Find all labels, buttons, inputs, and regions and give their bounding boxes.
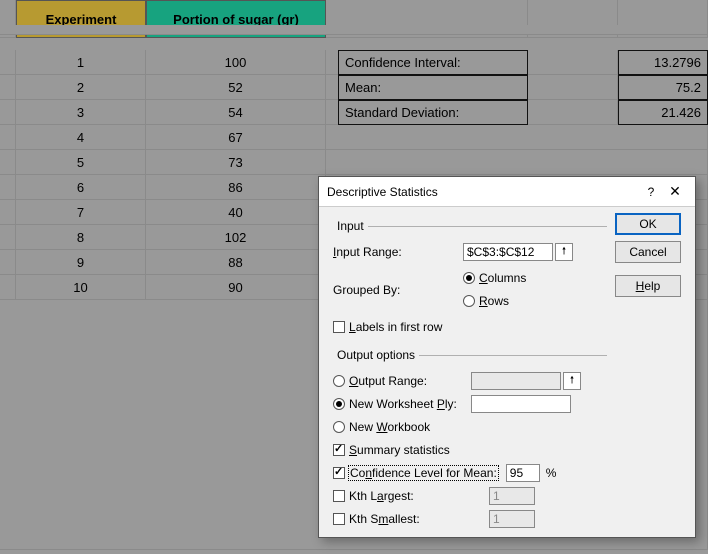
labels-first-row-label: Labels in first row	[349, 320, 442, 334]
cell-empty[interactable]	[0, 250, 16, 275]
range-picker-icon[interactable]: 🠕	[563, 372, 581, 390]
output-fieldset: Output options Output Range: 🠕 New Works…	[333, 348, 607, 532]
cell-val[interactable]: 52	[146, 75, 326, 100]
cell-empty[interactable]	[326, 125, 708, 150]
output-legend: Output options	[333, 348, 419, 362]
cell-empty[interactable]	[0, 75, 16, 100]
cell-exp[interactable]: 2	[16, 75, 146, 100]
cell-val[interactable]: 102	[146, 225, 326, 250]
cell-empty[interactable]	[0, 225, 16, 250]
check-kth-smallest[interactable]	[333, 513, 345, 525]
confidence-level-field[interactable]	[506, 464, 540, 482]
cell-val[interactable]: 100	[146, 50, 326, 75]
cell-exp[interactable]: 1	[16, 50, 146, 75]
cell-val[interactable]: 54	[146, 100, 326, 125]
output-range-field[interactable]	[471, 372, 561, 390]
cancel-button[interactable]: Cancel	[615, 241, 681, 263]
new-worksheet-field[interactable]	[471, 395, 571, 413]
dialog-title: Descriptive Statistics	[327, 185, 639, 199]
cell-empty[interactable]	[0, 50, 16, 75]
confidence-level-label: Confidence Level for Mean:	[349, 466, 498, 480]
output-range-label: Output Range:	[349, 374, 471, 388]
check-kth-largest[interactable]	[333, 490, 345, 502]
cell-empty[interactable]	[0, 175, 16, 200]
input-range-label: Input Range:	[333, 245, 463, 259]
cell-empty[interactable]	[528, 50, 618, 75]
cell-empty[interactable]	[0, 200, 16, 225]
new-workbook-label: New Workbook	[349, 420, 430, 434]
kth-smallest-field[interactable]	[489, 510, 535, 528]
cell-empty[interactable]	[528, 100, 618, 125]
cell-val[interactable]: 88	[146, 250, 326, 275]
input-fieldset: Input Input Range: 🠕 Grouped By: Columns…	[333, 219, 607, 340]
help-icon[interactable]: ?	[639, 185, 663, 199]
cell-exp[interactable]: 7	[16, 200, 146, 225]
cell-val[interactable]: 73	[146, 150, 326, 175]
cell-exp[interactable]: 6	[16, 175, 146, 200]
kth-smallest-label: Kth Smallest:	[349, 512, 489, 526]
cell-empty[interactable]	[0, 125, 16, 150]
cell-val[interactable]: 90	[146, 275, 326, 300]
stat-value-ci[interactable]: 13.2796	[618, 50, 708, 75]
cell-empty[interactable]	[0, 100, 16, 125]
stat-value-mean[interactable]: 75.2	[618, 75, 708, 100]
check-confidence-level[interactable]	[333, 467, 345, 479]
input-range-field[interactable]	[463, 243, 553, 261]
cell-exp[interactable]: 10	[16, 275, 146, 300]
cell-exp[interactable]: 9	[16, 250, 146, 275]
radio-rows-label: Rows	[479, 294, 509, 308]
check-summary-stats[interactable]	[333, 444, 345, 456]
cell-empty[interactable]	[528, 75, 618, 100]
check-labels-first-row[interactable]	[333, 321, 345, 333]
cell-empty[interactable]	[0, 150, 16, 175]
cell-exp[interactable]: 3	[16, 100, 146, 125]
stat-label-mean[interactable]: Mean:	[338, 75, 528, 100]
range-picker-icon[interactable]: 🠕	[555, 243, 573, 261]
kth-largest-label: Kth Largest:	[349, 489, 489, 503]
cell-val[interactable]: 40	[146, 200, 326, 225]
close-icon[interactable]: ✕	[663, 183, 687, 200]
kth-largest-field[interactable]	[489, 487, 535, 505]
help-button[interactable]: Help	[615, 275, 681, 297]
ok-button[interactable]: OK	[615, 213, 681, 235]
radio-output-range[interactable]	[333, 375, 345, 387]
cell-val[interactable]: 67	[146, 125, 326, 150]
stat-label-sd[interactable]: Standard Deviation:	[338, 100, 528, 125]
dialog-titlebar[interactable]: Descriptive Statistics ? ✕	[319, 177, 695, 207]
cell-empty[interactable]	[326, 150, 708, 175]
grouped-by-label: Grouped By:	[333, 283, 463, 297]
cell-empty[interactable]	[0, 25, 708, 35]
cell-empty[interactable]	[0, 275, 16, 300]
cell-exp[interactable]: 4	[16, 125, 146, 150]
radio-rows[interactable]	[463, 295, 475, 307]
input-legend: Input	[333, 219, 368, 233]
stat-label-ci[interactable]: Confidence Interval:	[338, 50, 528, 75]
radio-new-worksheet[interactable]	[333, 398, 345, 410]
summary-stats-label: Summary statistics	[349, 443, 450, 457]
radio-columns[interactable]	[463, 272, 475, 284]
stat-value-sd[interactable]: 21.426	[618, 100, 708, 125]
cell-exp[interactable]: 8	[16, 225, 146, 250]
radio-columns-label: Columns	[479, 271, 526, 285]
descriptive-statistics-dialog: Descriptive Statistics ? ✕ Input Input R…	[318, 176, 696, 538]
radio-new-workbook[interactable]	[333, 421, 345, 433]
percent-label: %	[546, 466, 557, 480]
cell-val[interactable]: 86	[146, 175, 326, 200]
cell-exp[interactable]: 5	[16, 150, 146, 175]
new-worksheet-label: New Worksheet Ply:	[349, 397, 471, 411]
